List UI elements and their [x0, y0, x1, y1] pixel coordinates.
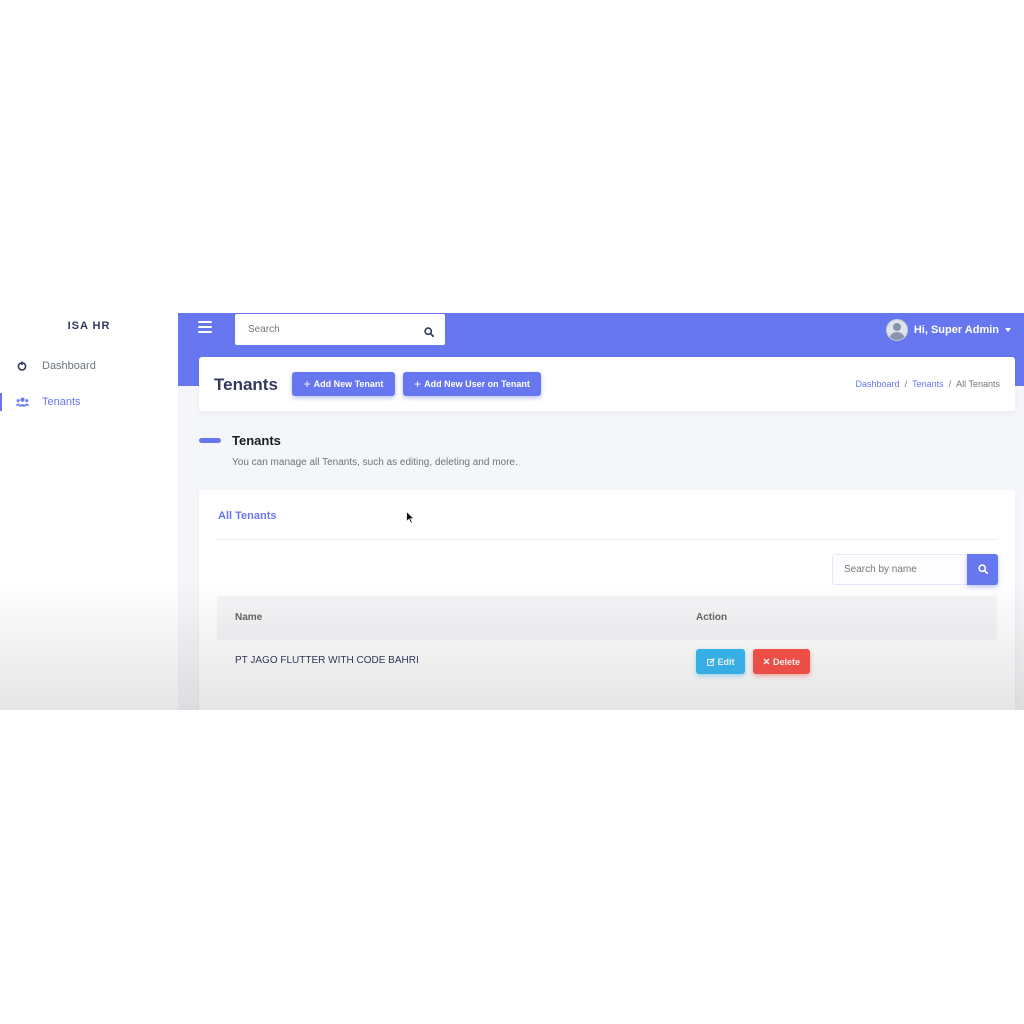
section-title-accent [199, 438, 221, 443]
sidebar: ISA HR Dashboard Tenants [0, 313, 178, 710]
add-new-user-label: Add New User on Tenant [424, 379, 530, 389]
chevron-down-icon [1005, 328, 1011, 332]
section-title: Tenants [232, 433, 281, 448]
search-by-name-input[interactable] [832, 554, 967, 585]
users-icon [12, 397, 32, 407]
edit-button[interactable]: Edit [696, 649, 745, 674]
add-new-tenant-button[interactable]: + Add New Tenant [292, 372, 395, 396]
app-frame: ISA HR Dashboard Tenants Hi, Super [0, 313, 1024, 710]
search-input[interactable] [235, 324, 415, 335]
search-by-name-button[interactable] [967, 554, 998, 585]
breadcrumb-separator: / [948, 379, 952, 389]
user-menu[interactable]: Hi, Super Admin [885, 319, 1011, 341]
breadcrumb-current: All Tenants [956, 379, 1000, 389]
tenant-name: PT JAGO FLUTTER WITH CODE BAHRI [235, 655, 419, 666]
sidebar-item-tenants[interactable]: Tenants [0, 391, 178, 413]
delete-label: Delete [772, 656, 800, 667]
breadcrumb-tenants[interactable]: Tenants [912, 379, 944, 389]
card-title: All Tenants [218, 510, 277, 522]
plus-icon: + [303, 377, 311, 391]
sidebar-item-label: Dashboard [42, 360, 96, 372]
plus-icon: + [414, 377, 422, 391]
search-icon [977, 562, 988, 577]
search-by-name [832, 554, 998, 585]
close-icon [763, 658, 770, 665]
edit-label: Edit [717, 656, 735, 667]
search-icon[interactable] [424, 324, 435, 342]
global-search [235, 314, 445, 345]
add-new-tenant-label: Add New Tenant [313, 379, 384, 389]
section-lead: You can manage all Tenants, such as edit… [232, 457, 518, 468]
tenants-card: All Tenants Name Action PT JAGO FLUTTER … [199, 490, 1015, 710]
delete-button[interactable]: Delete [753, 649, 810, 674]
user-greeting: Hi, Super Admin [913, 324, 999, 336]
dashboard-icon [12, 361, 32, 371]
column-header-name: Name [235, 612, 263, 623]
edit-icon [706, 657, 715, 666]
card-divider [216, 539, 998, 540]
section-header: Tenants + Add New Tenant + Add New User … [199, 357, 1015, 411]
breadcrumb-separator: / [904, 379, 908, 389]
column-header-action: Action [696, 612, 728, 623]
breadcrumb-dashboard[interactable]: Dashboard [856, 379, 900, 389]
table-header: Name Action [217, 596, 997, 640]
add-new-user-on-tenant-button[interactable]: + Add New User on Tenant [403, 372, 541, 396]
table-row: PT JAGO FLUTTER WITH CODE BAHRI Edit Del… [217, 640, 997, 692]
avatar [885, 319, 908, 341]
brand-logo[interactable]: ISA HR [0, 320, 178, 332]
breadcrumb: Dashboard / Tenants / All Tenants [856, 379, 1000, 389]
menu-toggle-icon[interactable] [198, 321, 212, 333]
sidebar-item-label: Tenants [42, 396, 81, 408]
page-title: Tenants [214, 375, 278, 394]
mouse-cursor-icon [406, 510, 416, 529]
tenants-table: Name Action PT JAGO FLUTTER WITH CODE BA… [217, 596, 997, 674]
sidebar-item-dashboard[interactable]: Dashboard [0, 355, 178, 377]
